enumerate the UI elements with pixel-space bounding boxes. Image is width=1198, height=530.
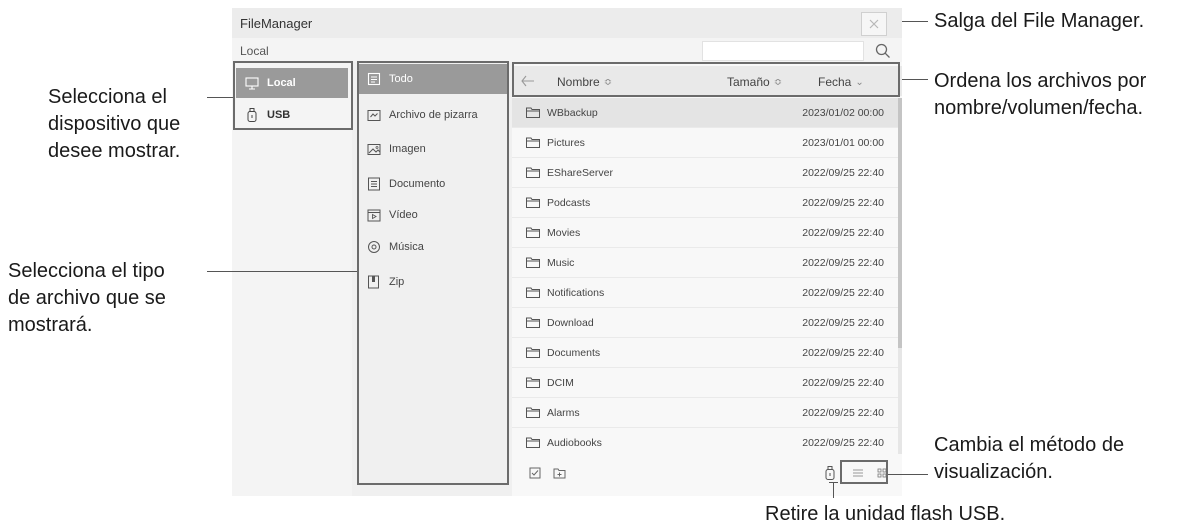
file-date: 2022/09/25 22:40 xyxy=(802,287,884,299)
scrollbar[interactable] xyxy=(898,98,902,454)
file-date: 2022/09/25 22:40 xyxy=(802,407,884,419)
annotation-view-2: visualización. xyxy=(934,461,1053,483)
folder-icon xyxy=(526,407,540,418)
usb-leader-line xyxy=(833,482,834,498)
exit-leader-line xyxy=(902,21,928,22)
type-highlight-box xyxy=(357,61,509,485)
file-list: WBbackup 2023/01/02 00:00 Pictures 2023/01/… xyxy=(512,98,902,454)
annotation-device-3: desee mostrar. xyxy=(48,140,181,162)
folder-icon xyxy=(526,317,540,328)
folder-icon xyxy=(526,287,540,298)
folder-icon xyxy=(526,137,540,148)
folder-icon xyxy=(526,227,540,238)
file-row[interactable]: Audiobooks 2022/09/25 22:40 xyxy=(512,428,898,454)
folder-icon xyxy=(526,167,540,178)
annotation-device-1: Selecciona el xyxy=(48,86,167,108)
file-name: WBbackup xyxy=(547,107,598,119)
file-row[interactable]: Alarms 2022/09/25 22:40 xyxy=(512,398,898,428)
file-row[interactable]: DCIM 2022/09/25 22:40 xyxy=(512,368,898,398)
close-button[interactable] xyxy=(861,12,887,36)
folder-icon xyxy=(526,347,540,358)
file-name: Movies xyxy=(547,227,581,239)
title-bar: FileManager xyxy=(232,8,902,38)
file-row[interactable]: WBbackup 2023/01/02 00:00 xyxy=(512,98,898,128)
search-input[interactable] xyxy=(702,41,864,61)
new-folder-icon[interactable] xyxy=(552,466,566,480)
annotation-exit: Salga del File Manager. xyxy=(934,10,1145,32)
file-name: Podcasts xyxy=(547,197,591,209)
file-name: Audiobooks xyxy=(547,437,602,449)
eject-usb-icon[interactable] xyxy=(823,466,837,480)
view-highlight-box xyxy=(840,460,888,484)
annotation-view-1: Cambia el método de xyxy=(934,434,1125,456)
file-name: DCIM xyxy=(547,377,574,389)
file-row[interactable]: Podcasts 2022/09/25 22:40 xyxy=(512,188,898,218)
file-date: 2022/09/25 22:40 xyxy=(802,377,884,389)
annotation-usb: Retire la unidad flash USB. xyxy=(765,503,1006,525)
folder-icon xyxy=(526,257,540,268)
sort-leader-line xyxy=(902,79,928,80)
path-bar: Local xyxy=(232,38,902,62)
file-date: 2022/09/25 22:40 xyxy=(802,317,884,329)
file-name: Download xyxy=(547,317,594,329)
current-path: Local xyxy=(240,44,269,58)
file-row[interactable]: Notifications 2022/09/25 22:40 xyxy=(512,278,898,308)
file-name: Alarms xyxy=(547,407,580,419)
file-date: 2022/09/25 22:40 xyxy=(802,437,884,449)
file-date: 2022/09/25 22:40 xyxy=(802,257,884,269)
folder-icon xyxy=(526,107,540,118)
file-panel: Nombre ≎ Tamaño ≎ Fecha ⌄ WBbackup 2023/0… xyxy=(512,62,902,496)
folder-icon xyxy=(526,437,540,448)
file-row[interactable]: Documents 2022/09/25 22:40 xyxy=(512,338,898,368)
annotation-type-2: de archivo que se xyxy=(8,287,166,309)
window-title: FileManager xyxy=(240,16,313,31)
folder-icon xyxy=(526,197,540,208)
usb-leader-cap xyxy=(829,482,838,483)
scrollbar-thumb[interactable] xyxy=(898,98,902,348)
annotation-sort-2: nombre/volumen/fecha. xyxy=(934,97,1144,119)
file-row[interactable]: Pictures 2023/01/01 00:00 xyxy=(512,128,898,158)
folder-icon xyxy=(526,377,540,388)
annotation-device-2: dispositivo que xyxy=(48,113,181,135)
annotation-type-1: Selecciona el tipo xyxy=(8,260,165,282)
type-leader-line xyxy=(207,271,357,272)
annotation-type-3: mostrará. xyxy=(8,314,93,336)
file-name: EShareServer xyxy=(547,167,613,179)
device-leader-line xyxy=(207,97,233,98)
file-row[interactable]: EShareServer 2022/09/25 22:40 xyxy=(512,158,898,188)
search-icon xyxy=(875,43,890,58)
search-button[interactable] xyxy=(872,40,894,62)
file-date: 2022/09/25 22:40 xyxy=(802,167,884,179)
file-name: Pictures xyxy=(547,137,585,149)
file-date: 2023/01/02 00:00 xyxy=(802,107,884,119)
file-date: 2023/01/01 00:00 xyxy=(802,137,884,149)
select-checkbox-icon[interactable] xyxy=(528,466,542,480)
file-row[interactable]: Download 2022/09/25 22:40 xyxy=(512,308,898,338)
file-date: 2022/09/25 22:40 xyxy=(802,227,884,239)
file-name: Notifications xyxy=(547,287,605,299)
view-leader-line xyxy=(888,474,928,475)
file-row[interactable]: Movies 2022/09/25 22:40 xyxy=(512,218,898,248)
annotation-sort-1: Ordena los archivos por xyxy=(934,70,1147,92)
file-row[interactable]: Music 2022/09/25 22:40 xyxy=(512,248,898,278)
file-date: 2022/09/25 22:40 xyxy=(802,347,884,359)
close-icon xyxy=(869,19,879,29)
device-highlight-box xyxy=(233,61,353,130)
file-date: 2022/09/25 22:40 xyxy=(802,197,884,209)
file-name: Music xyxy=(547,257,575,269)
sort-highlight-box xyxy=(512,62,900,97)
file-name: Documents xyxy=(547,347,601,359)
